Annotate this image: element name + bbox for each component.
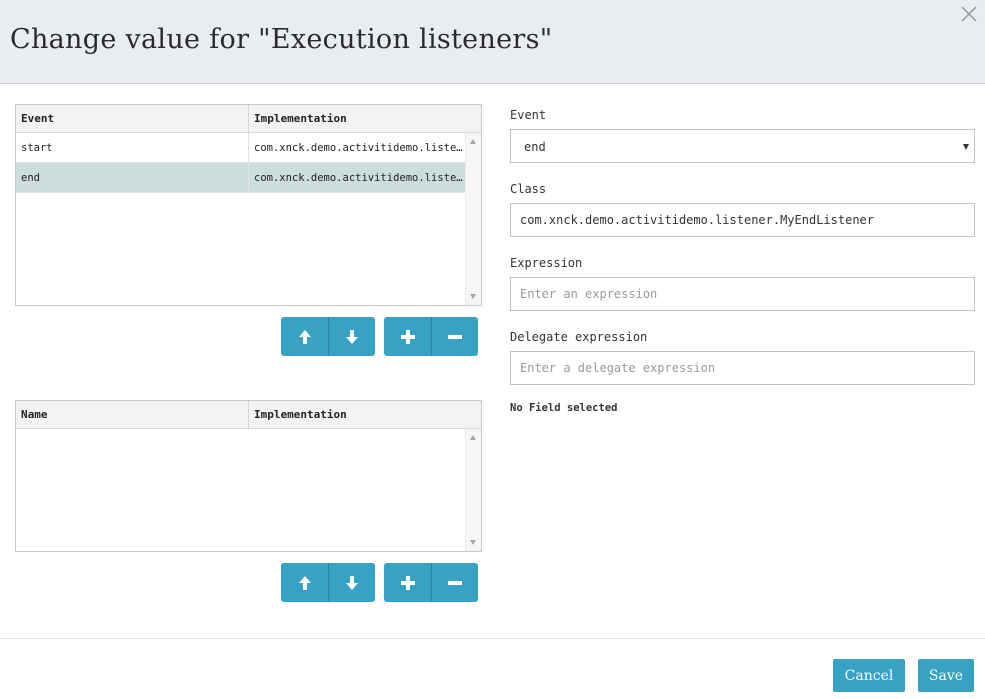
arrow-down-icon xyxy=(346,575,358,590)
event-cell: end xyxy=(16,163,249,192)
listeners-grid: Event Implementation start com.xnck.demo… xyxy=(15,104,482,306)
listeners-grid-header: Event Implementation xyxy=(16,105,481,133)
table-row[interactable]: end com.xnck.demo.activitidemo.listener.… xyxy=(16,163,481,193)
move-down-listener-button[interactable] xyxy=(328,317,375,356)
table-row[interactable]: start com.xnck.demo.activitidemo.listene… xyxy=(16,133,481,163)
listeners-grid-scrollbar[interactable] xyxy=(465,133,481,305)
listener-move-group xyxy=(281,317,375,356)
delegate-expression-input[interactable] xyxy=(510,351,975,385)
column-header-name[interactable]: Name xyxy=(16,401,249,428)
fields-grid-scrollbar[interactable] xyxy=(465,429,481,551)
arrow-up-icon xyxy=(298,329,311,344)
plus-icon xyxy=(400,329,415,344)
listener-add-remove-group xyxy=(384,317,478,356)
arrow-down-icon xyxy=(346,329,358,344)
dialog-title: Change value for "Execution listeners" xyxy=(10,24,553,55)
implementation-cell: com.xnck.demo.activitidemo.listener.MyEn… xyxy=(254,172,464,184)
fields-grid-header: Name Implementation xyxy=(16,401,481,429)
scroll-up-icon[interactable] xyxy=(470,139,476,144)
column-header-implementation[interactable]: Implementation xyxy=(249,401,481,428)
event-select[interactable]: end xyxy=(510,129,975,163)
class-input[interactable] xyxy=(510,203,975,237)
delegate-expression-label: Delegate expression xyxy=(510,330,648,344)
add-listener-button[interactable] xyxy=(384,317,431,356)
scroll-down-icon[interactable] xyxy=(470,294,476,299)
move-up-listener-button[interactable] xyxy=(281,317,328,356)
move-down-field-button[interactable] xyxy=(328,563,375,602)
field-move-group xyxy=(281,563,375,602)
dialog-header: Change value for "Execution listeners" xyxy=(0,0,985,84)
remove-field-button[interactable] xyxy=(431,563,478,602)
footer-divider xyxy=(0,638,985,639)
column-header-event[interactable]: Event xyxy=(16,105,249,132)
fields-grid: Name Implementation xyxy=(15,400,482,552)
arrow-up-icon xyxy=(298,575,311,590)
add-field-button[interactable] xyxy=(384,563,431,602)
no-field-selected-text: No Field selected xyxy=(510,402,618,414)
event-cell: start xyxy=(16,133,249,162)
column-header-implementation[interactable]: Implementation xyxy=(249,105,481,132)
caret-down-icon xyxy=(963,144,969,150)
remove-listener-button[interactable] xyxy=(431,317,478,356)
cancel-button[interactable]: Cancel xyxy=(833,659,905,692)
event-select-value: end xyxy=(524,140,546,154)
move-up-field-button[interactable] xyxy=(281,563,328,602)
minus-icon xyxy=(448,580,462,585)
scroll-up-icon[interactable] xyxy=(470,435,476,440)
field-add-remove-group xyxy=(384,563,478,602)
event-label: Event xyxy=(510,108,547,122)
minus-icon xyxy=(448,334,462,339)
expression-label: Expression xyxy=(510,256,583,270)
implementation-cell: com.xnck.demo.activitidemo.listener.MySt… xyxy=(254,142,464,154)
close-icon[interactable] xyxy=(958,3,980,25)
scroll-down-icon[interactable] xyxy=(470,540,476,545)
plus-icon xyxy=(400,575,415,590)
class-label: Class xyxy=(510,182,547,196)
expression-input[interactable] xyxy=(510,277,975,311)
save-button[interactable]: Save xyxy=(918,659,974,692)
